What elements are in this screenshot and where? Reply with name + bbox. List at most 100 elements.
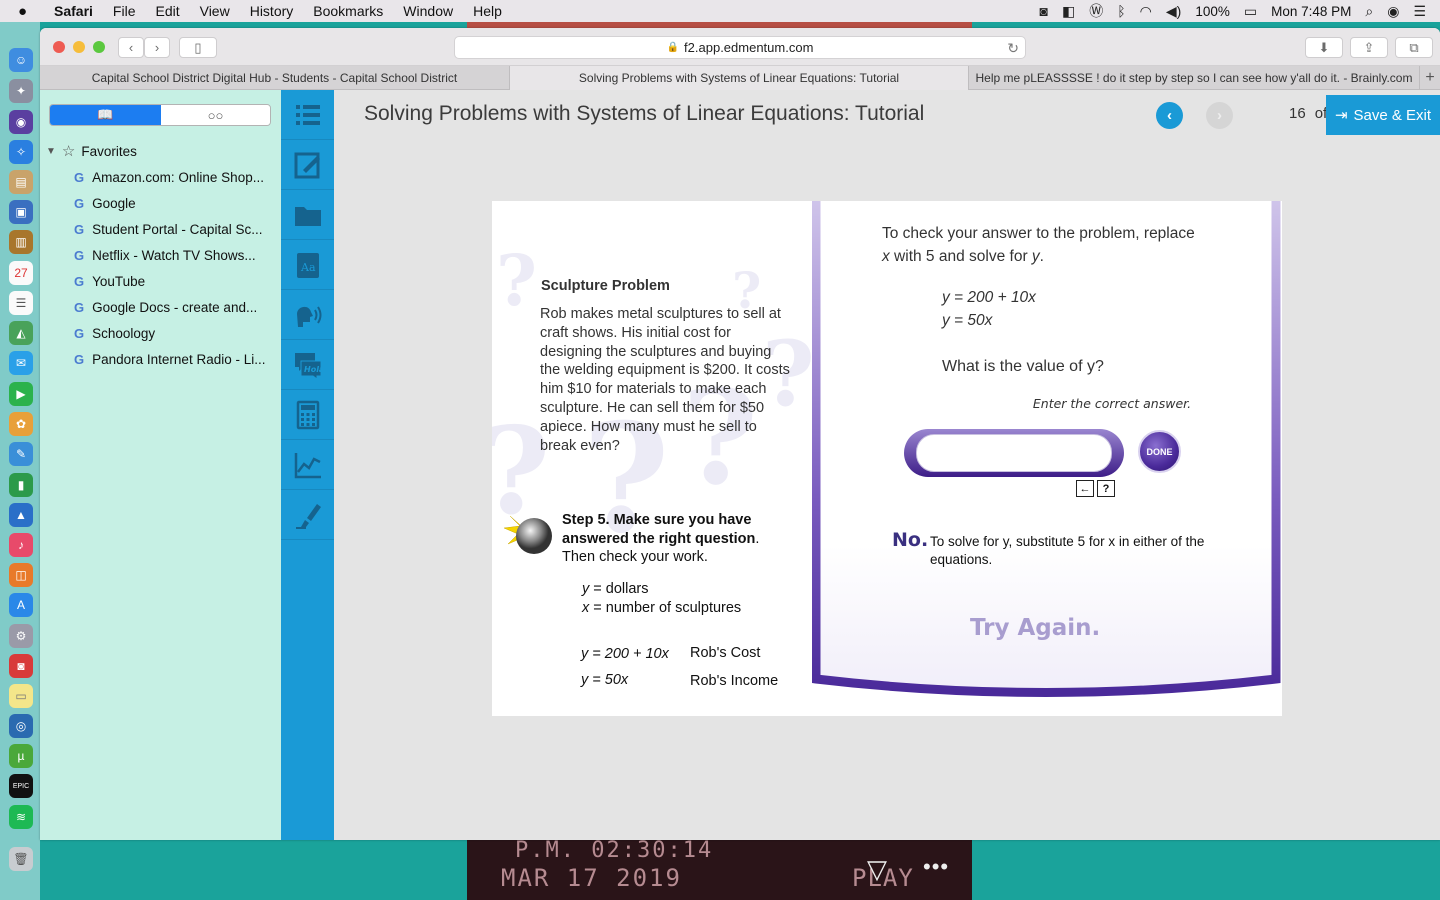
bookmarks-tab[interactable]: 📖 bbox=[50, 105, 161, 125]
next-page-button[interactable]: › bbox=[1206, 102, 1233, 129]
spotify-icon[interactable]: ≋ bbox=[9, 805, 33, 829]
notes-button[interactable] bbox=[281, 140, 334, 190]
system-preferences-icon[interactable]: ⚙ bbox=[9, 624, 33, 648]
google-icon: G bbox=[74, 300, 85, 315]
folder-button[interactable] bbox=[281, 190, 334, 240]
bookmark-item[interactable]: G Amazon.com: Online Shop... bbox=[74, 170, 274, 185]
text-to-speech-button[interactable] bbox=[281, 290, 334, 340]
notes-app-icon[interactable]: ▤ bbox=[9, 170, 33, 194]
numbers-icon[interactable]: ▮ bbox=[9, 473, 33, 497]
new-tab-button[interactable]: + bbox=[1420, 66, 1440, 90]
calendar-icon[interactable]: 27 bbox=[9, 261, 33, 285]
share-button[interactable]: ⇪ bbox=[1350, 37, 1388, 58]
keynote-icon[interactable]: ▲ bbox=[9, 503, 33, 527]
maps-icon[interactable]: ◭ bbox=[9, 321, 33, 345]
check-line-2: with 5 and solve for bbox=[889, 248, 1032, 265]
menu-clock[interactable]: Mon 7:48 PM bbox=[1271, 4, 1351, 19]
done-button[interactable]: DONE bbox=[1138, 430, 1181, 473]
messages-icon[interactable]: ✉ bbox=[9, 351, 33, 375]
bluetooth-icon[interactable]: ᛒ bbox=[1117, 3, 1125, 19]
answer-input[interactable] bbox=[916, 434, 1112, 472]
bookmark-label: Pandora Internet Radio - Li... bbox=[92, 352, 266, 367]
reading-list-tab[interactable]: ○○ bbox=[161, 105, 270, 125]
translate-button[interactable]: Hola bbox=[281, 340, 334, 390]
finder-icon[interactable]: ☺ bbox=[9, 48, 33, 72]
equation-income-label: Rob's Income bbox=[690, 673, 779, 689]
siri-icon[interactable]: ◉ bbox=[1387, 3, 1399, 20]
tabs-overview-button[interactable]: ⧉ bbox=[1395, 37, 1433, 58]
back-button[interactable]: ‹ bbox=[118, 37, 144, 58]
epic-games-icon[interactable]: EPIC bbox=[9, 774, 33, 798]
facetime-icon[interactable]: ▶ bbox=[9, 382, 33, 406]
minimize-window-button[interactable] bbox=[73, 41, 85, 53]
variable-definition-x: x = number of sculptures bbox=[582, 600, 741, 616]
wordpress-icon[interactable]: Ⓦ bbox=[1089, 1, 1103, 21]
save-exit-button[interactable]: ⇥ Save & Exit bbox=[1326, 95, 1440, 135]
wifi-icon[interactable]: ◠ bbox=[1140, 3, 1152, 20]
bookmark-item[interactable]: G Google bbox=[74, 196, 274, 211]
stickies-icon[interactable]: ▭ bbox=[9, 684, 33, 708]
bookmark-item[interactable]: G Pandora Internet Radio - Li... bbox=[74, 352, 274, 367]
tab-digital-hub[interactable]: Capital School District Digital Hub - St… bbox=[40, 66, 510, 90]
table-of-contents-button[interactable] bbox=[281, 90, 334, 140]
siri-dock-icon[interactable]: ◉ bbox=[9, 110, 33, 134]
bookmark-item[interactable]: G Netflix - Watch TV Shows... bbox=[74, 248, 274, 263]
launchpad-icon[interactable]: ✦ bbox=[9, 79, 33, 103]
bookmark-item[interactable]: G Google Docs - create and... bbox=[74, 300, 274, 315]
menu-bookmarks[interactable]: Bookmarks bbox=[313, 3, 383, 19]
disclosure-triangle-icon[interactable]: ▼ bbox=[46, 146, 56, 157]
bookmark-item[interactable]: G Student Portal - Capital Sc... bbox=[74, 222, 274, 237]
volume-icon[interactable]: ◀) bbox=[1166, 3, 1181, 20]
reload-icon[interactable]: ↻ bbox=[1007, 40, 1019, 57]
close-window-button[interactable] bbox=[53, 41, 65, 53]
pages-icon[interactable]: ✎ bbox=[9, 442, 33, 466]
equation-text: y = 50x bbox=[581, 672, 629, 688]
menu-app-name[interactable]: Safari bbox=[54, 3, 93, 19]
graphing-button[interactable] bbox=[281, 440, 334, 490]
spotlight-search-icon[interactable]: ⌕ bbox=[1365, 3, 1373, 20]
battery-percent[interactable]: 100% bbox=[1195, 4, 1230, 19]
bookmark-item[interactable]: G YouTube bbox=[74, 274, 274, 289]
notepad-icon bbox=[294, 152, 320, 178]
notification-center-icon[interactable]: ☰ bbox=[1413, 3, 1426, 20]
step-instructions: Step 5. Make sure you have answered the … bbox=[562, 511, 782, 567]
highlighter-button[interactable] bbox=[281, 490, 334, 540]
trash-icon[interactable]: 🗑 bbox=[9, 847, 33, 871]
reminders-icon[interactable]: ☰ bbox=[9, 291, 33, 315]
photo-booth-icon[interactable]: ◙ bbox=[9, 654, 33, 678]
menu-history[interactable]: History bbox=[250, 3, 294, 19]
camera-icon[interactable]: ◙ bbox=[1040, 3, 1048, 19]
app-store-icon[interactable]: A bbox=[9, 593, 33, 617]
help-button[interactable]: ? bbox=[1097, 480, 1115, 497]
calculator-button[interactable] bbox=[281, 390, 334, 440]
music-icon[interactable]: ♪ bbox=[9, 533, 33, 557]
contacts-icon[interactable]: ▥ bbox=[9, 230, 33, 254]
favorites-header[interactable]: ▼ ☆ Favorites bbox=[46, 142, 137, 160]
equation-cost-label: Rob's Cost bbox=[690, 645, 761, 661]
dictionary-button[interactable]: Aa bbox=[281, 240, 334, 290]
screenshot-icon[interactable]: ◎ bbox=[9, 714, 33, 738]
tab-tutorial[interactable]: Solving Problems with Systems of Linear … bbox=[510, 66, 969, 90]
zoom-window-button[interactable] bbox=[93, 41, 105, 53]
menu-help[interactable]: Help bbox=[473, 3, 502, 19]
tab-brainly[interactable]: Help me pLEASSSSE ! do it step by step s… bbox=[969, 66, 1420, 90]
books-icon[interactable]: ◫ bbox=[9, 563, 33, 587]
backspace-button[interactable]: ← bbox=[1076, 480, 1094, 497]
bookmark-item[interactable]: G Schoology bbox=[74, 326, 274, 341]
menu-file[interactable]: File bbox=[113, 3, 136, 19]
forward-button[interactable]: › bbox=[144, 37, 170, 58]
previous-page-button[interactable]: ‹ bbox=[1156, 102, 1183, 129]
utorrent-icon[interactable]: µ bbox=[9, 744, 33, 768]
photos-icon[interactable]: ✿ bbox=[9, 412, 33, 436]
address-bar[interactable]: 🔒 f2.app.edmentum.com ↻ bbox=[454, 36, 1026, 59]
preview-icon[interactable]: ▣ bbox=[9, 200, 33, 224]
status-icon[interactable]: ◧ bbox=[1062, 3, 1075, 20]
safari-icon[interactable]: ✧ bbox=[9, 140, 33, 164]
menu-window[interactable]: Window bbox=[403, 3, 453, 19]
battery-icon[interactable]: ▭ bbox=[1244, 3, 1257, 20]
downloads-button[interactable]: ⬇ bbox=[1305, 37, 1343, 58]
menu-edit[interactable]: Edit bbox=[155, 3, 179, 19]
apple-icon[interactable]: ● bbox=[18, 3, 36, 20]
sidebar-toggle-button[interactable]: ▯ bbox=[179, 37, 217, 58]
menu-view[interactable]: View bbox=[200, 3, 230, 19]
